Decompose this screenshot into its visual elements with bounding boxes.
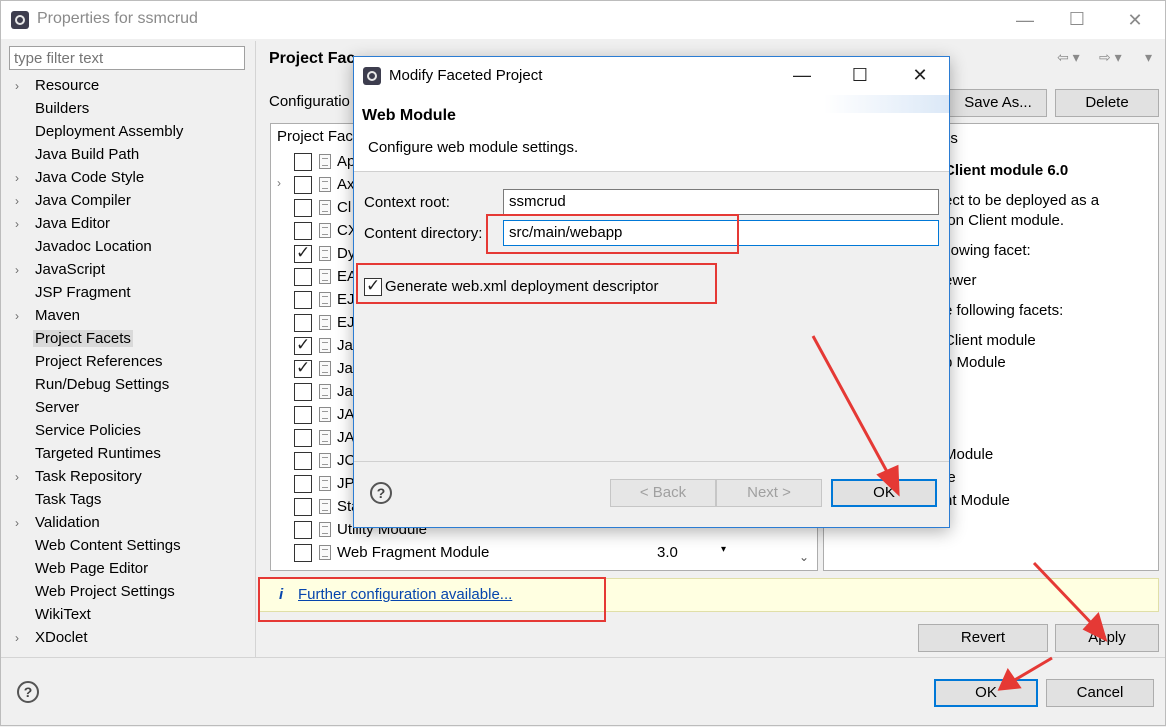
- arrow-head-dialog-ok: [876, 464, 900, 497]
- properties-window: Properties for ssmcrud — ☐ ✕ ›ResourceBu…: [0, 0, 1166, 726]
- arrow-to-dialog-ok: [811, 335, 893, 480]
- annotation-arrows: [811, 335, 1108, 691]
- arrow-to-ok: [1012, 656, 1053, 683]
- arrow-to-apply: [1032, 561, 1097, 629]
